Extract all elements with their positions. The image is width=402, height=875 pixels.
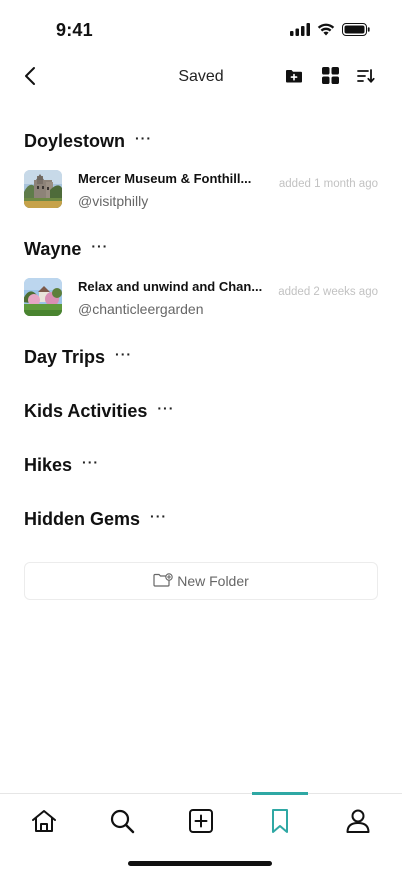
status-icons bbox=[290, 23, 370, 41]
grid-icon bbox=[321, 67, 339, 89]
folder-header[interactable]: Doylestown ··· bbox=[24, 120, 378, 162]
home-icon bbox=[31, 809, 57, 838]
folder-name: Wayne bbox=[24, 238, 82, 259]
folder-header[interactable]: Hidden Gems ··· bbox=[24, 498, 378, 540]
sort-button[interactable] bbox=[356, 68, 376, 88]
sort-icon bbox=[357, 68, 375, 89]
item-thumbnail bbox=[24, 170, 62, 208]
item-added-time: added 2 weeks ago bbox=[278, 286, 378, 298]
tab-profile[interactable] bbox=[343, 808, 373, 838]
folder-hikes: Hikes ··· bbox=[24, 444, 378, 486]
folder-day-trips: Day Trips ··· bbox=[24, 336, 378, 378]
folder-wayne: Wayne ··· Relax and unwind and Chan... @… bbox=[24, 228, 378, 324]
folder-name: Hikes bbox=[24, 454, 73, 475]
folder-more-button[interactable]: ··· bbox=[150, 509, 167, 523]
folder-hidden-gems: Hidden Gems ··· bbox=[24, 498, 378, 540]
tab-create[interactable] bbox=[186, 808, 216, 838]
folder-more-button[interactable]: ··· bbox=[115, 347, 132, 361]
tab-saved[interactable] bbox=[265, 808, 295, 838]
item-author[interactable]: @chanticleergarden bbox=[78, 301, 204, 317]
active-tab-indicator bbox=[252, 792, 308, 795]
folder-name: Day Trips bbox=[24, 346, 106, 367]
folder-name: Hidden Gems bbox=[24, 508, 141, 529]
folder-more-button[interactable]: ··· bbox=[82, 455, 99, 469]
folder-plus-icon bbox=[285, 68, 303, 89]
user-icon bbox=[345, 808, 371, 839]
plus-square-icon bbox=[188, 808, 214, 839]
folder-doylestown: Doylestown ··· Mercer Museum & Fonthill.… bbox=[24, 120, 378, 216]
saved-item[interactable]: Relax and unwind and Chan... @chanticlee… bbox=[24, 274, 378, 324]
item-added-time: added 1 month ago bbox=[278, 178, 378, 190]
folder-header[interactable]: Kids Activities ··· bbox=[24, 390, 378, 432]
wifi-icon bbox=[317, 23, 335, 41]
saved-item[interactable]: Mercer Museum & Fonthill... @visitphilly… bbox=[24, 166, 378, 216]
add-folder-button[interactable] bbox=[284, 68, 304, 88]
battery-icon bbox=[342, 23, 370, 41]
folder-name: Kids Activities bbox=[24, 400, 148, 421]
new-folder-label: New Folder bbox=[177, 573, 249, 589]
search-icon bbox=[109, 808, 135, 839]
item-author[interactable]: @visitphilly bbox=[78, 193, 148, 209]
folder-more-button[interactable]: ··· bbox=[135, 131, 152, 145]
home-indicator bbox=[128, 861, 272, 866]
tab-search[interactable] bbox=[107, 808, 137, 838]
folder-header[interactable]: Day Trips ··· bbox=[24, 336, 378, 378]
folder-name: Doylestown bbox=[24, 130, 126, 151]
status-bar: 9:41 bbox=[0, 0, 402, 54]
tab-home[interactable] bbox=[29, 808, 59, 838]
bookmark-icon bbox=[269, 808, 291, 839]
folder-list: Doylestown ··· Mercer Museum & Fonthill.… bbox=[24, 120, 378, 540]
folder-kids-activities: Kids Activities ··· bbox=[24, 390, 378, 432]
folder-more-button[interactable]: ··· bbox=[157, 401, 174, 415]
bottom-tab-bar bbox=[0, 792, 402, 875]
top-navigation: Saved bbox=[0, 56, 402, 100]
folder-header[interactable]: Wayne ··· bbox=[24, 228, 378, 270]
grid-view-button[interactable] bbox=[320, 67, 340, 89]
cellular-signal-icon bbox=[290, 23, 310, 41]
folder-plus-icon bbox=[153, 572, 173, 590]
item-title: Mercer Museum & Fonthill... bbox=[78, 171, 252, 186]
item-thumbnail bbox=[24, 278, 62, 316]
folder-more-button[interactable]: ··· bbox=[91, 239, 108, 253]
nav-actions bbox=[284, 67, 376, 89]
status-time: 9:41 bbox=[56, 20, 93, 40]
item-title: Relax and unwind and Chan... bbox=[78, 279, 263, 294]
folder-header[interactable]: Hikes ··· bbox=[24, 444, 378, 486]
new-folder-button[interactable]: New Folder bbox=[24, 562, 378, 600]
